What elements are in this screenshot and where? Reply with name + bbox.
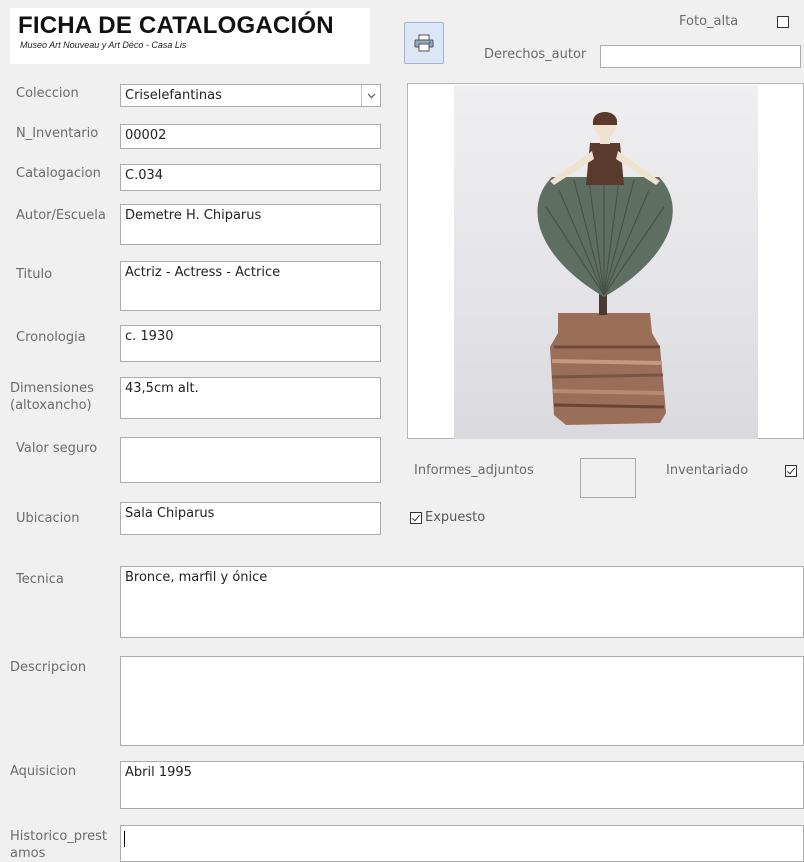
informes-adjuntos-attachment[interactable] bbox=[580, 458, 636, 498]
inventariado-label: Inventariado bbox=[666, 463, 749, 478]
photo-frame[interactable] bbox=[407, 83, 804, 439]
cronologia-label: Cronologia bbox=[16, 330, 86, 345]
n-inventario-label: N_Inventario bbox=[16, 126, 99, 141]
coleccion-select[interactable]: Criselefantinas bbox=[120, 84, 381, 107]
titulo-input[interactable]: Actriz - Actress - Actrice bbox=[120, 261, 381, 311]
form-subtitle: Museo Art Nouveau y Art Déco - Casa Lis bbox=[20, 40, 187, 50]
catalogacion-label: Catalogacion bbox=[16, 166, 101, 181]
autor-input[interactable]: Demetre H. Chiparus bbox=[120, 204, 381, 245]
printer-icon bbox=[414, 34, 434, 52]
historico-input[interactable] bbox=[120, 825, 804, 862]
derechos-autor-label: Derechos_autor bbox=[484, 47, 587, 62]
valor-seguro-input[interactable] bbox=[120, 437, 381, 483]
sculpture-image bbox=[537, 112, 673, 425]
tecnica-label: Tecnica bbox=[16, 572, 64, 587]
header-logo-box: FICHA DE CATALOGACIÓN Museo Art Nouveau … bbox=[10, 8, 370, 64]
ubicacion-input[interactable]: Sala Chiparus bbox=[120, 502, 381, 535]
expuesto-label: Expuesto bbox=[425, 510, 486, 525]
historico-label: Historico_prestamos bbox=[10, 829, 107, 861]
coleccion-label: Coleccion bbox=[16, 86, 79, 101]
tecnica-input[interactable]: Bronce, marfil y ónice bbox=[120, 566, 804, 638]
foto-alta-label: Foto_alta bbox=[679, 14, 739, 29]
cronologia-input[interactable]: c. 1930 bbox=[120, 325, 381, 362]
valor-seguro-label: Valor seguro bbox=[16, 441, 98, 456]
print-button[interactable] bbox=[404, 22, 444, 64]
form-title: FICHA DE CATALOGACIÓN bbox=[18, 12, 334, 39]
descripcion-input[interactable] bbox=[120, 656, 804, 746]
descripcion-label: Descripcion bbox=[10, 660, 87, 675]
foto-alta-checkbox[interactable] bbox=[777, 16, 789, 28]
coleccion-value: Criselefantinas bbox=[125, 88, 222, 103]
derechos-autor-input[interactable] bbox=[600, 45, 801, 68]
titulo-label: Titulo bbox=[16, 267, 53, 282]
inventariado-checkbox[interactable] bbox=[785, 465, 797, 477]
sculpture-photo bbox=[454, 85, 758, 439]
text-caret bbox=[124, 831, 125, 847]
aquisicion-label: Aquisicion bbox=[10, 764, 77, 779]
autor-label: Autor/Escuela bbox=[16, 208, 106, 223]
expuesto-checkbox[interactable] bbox=[410, 512, 422, 524]
chevron-down-icon[interactable] bbox=[361, 85, 380, 106]
dimensiones-input[interactable]: 43,5cm alt. bbox=[120, 377, 381, 419]
ubicacion-label: Ubicacion bbox=[16, 511, 80, 526]
catalogacion-input[interactable]: C.034 bbox=[120, 164, 381, 191]
informes-adjuntos-label: Informes_adjuntos bbox=[414, 463, 534, 478]
n-inventario-input[interactable]: 00002 bbox=[120, 124, 381, 149]
dimensiones-label: Dimensiones (altoxancho) bbox=[10, 381, 94, 413]
aquisicion-input[interactable]: Abril 1995 bbox=[120, 761, 804, 809]
